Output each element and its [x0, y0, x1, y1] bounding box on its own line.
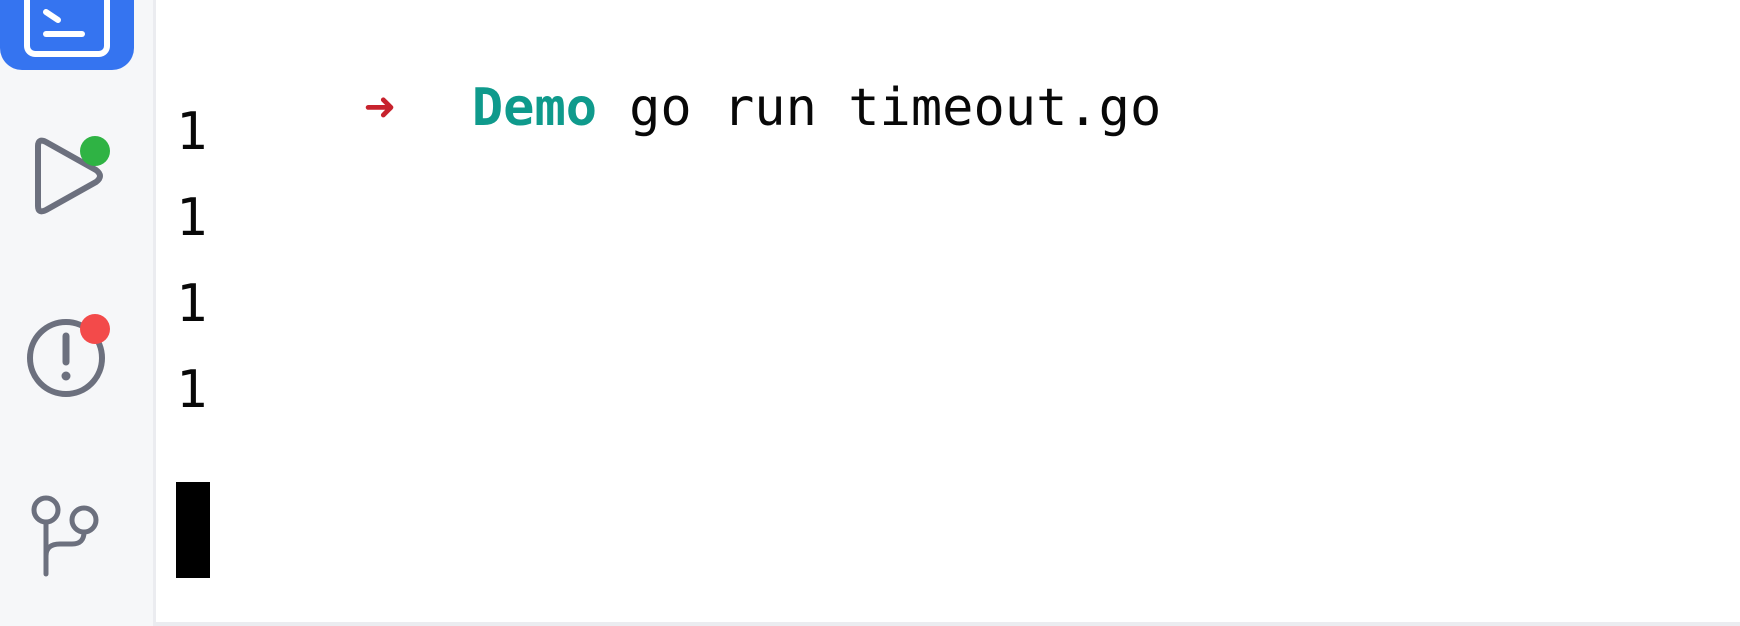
- problems-error-badge: [80, 314, 110, 344]
- output-line: 1: [176, 102, 208, 162]
- git-tool-button[interactable]: [20, 484, 116, 580]
- terminal-icon: [24, 0, 110, 57]
- output-line: 1: [176, 274, 208, 334]
- ide-window: ➜ Demo go run timeout.go 1 1 1 1: [0, 0, 1740, 626]
- terminal-cursor: [176, 482, 210, 578]
- prompt-arrow: ➜: [363, 78, 396, 138]
- prompt-command: go run timeout.go: [629, 78, 1162, 138]
- terminal-panel[interactable]: ➜ Demo go run timeout.go 1 1 1 1: [156, 0, 1740, 622]
- run-tool-button[interactable]: [20, 128, 116, 224]
- output-line: 1: [176, 360, 208, 420]
- prompt-line: ➜ Demo go run timeout.go: [176, 18, 1161, 138]
- git-branch-icon: [31, 495, 99, 577]
- panel-bottom-border: [156, 622, 1740, 626]
- problems-tool-button[interactable]: [20, 306, 116, 402]
- terminal-tool-button[interactable]: [0, 0, 134, 70]
- output-line: 1: [176, 188, 208, 248]
- run-status-badge: [80, 136, 110, 166]
- prompt-directory: Demo: [471, 78, 598, 138]
- tool-window-strip: [0, 0, 156, 626]
